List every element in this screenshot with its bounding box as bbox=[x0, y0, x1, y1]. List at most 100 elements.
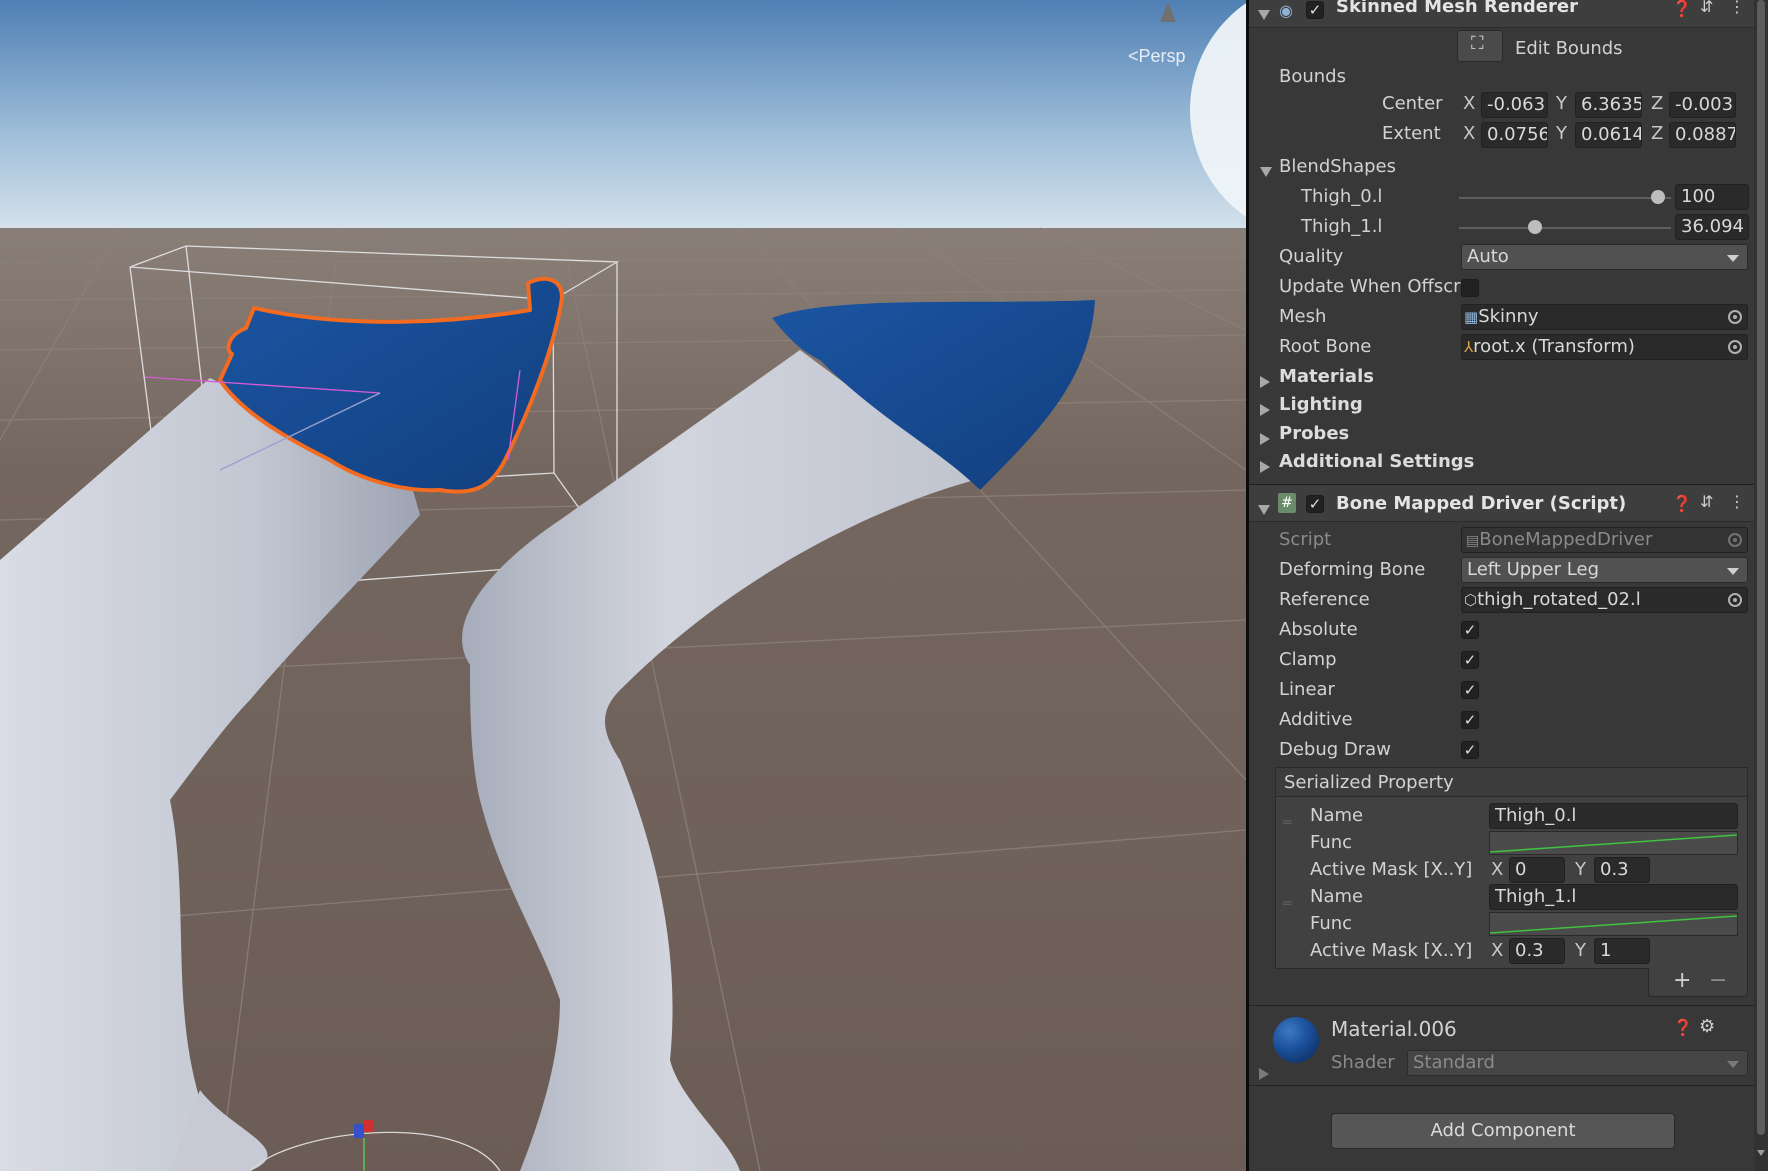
shader-dropdown[interactable]: Standard bbox=[1407, 1050, 1748, 1076]
material-foldout-icon[interactable] bbox=[1259, 1064, 1269, 1085]
blendshape-slider-track[interactable] bbox=[1459, 227, 1671, 229]
object-picker-icon[interactable] bbox=[1728, 593, 1742, 607]
mask-y-field[interactable]: 0.3 bbox=[1594, 857, 1650, 883]
preset-icon[interactable]: ⇵ bbox=[1700, 0, 1713, 16]
linear-checkbox[interactable]: ✓ bbox=[1461, 681, 1479, 699]
axis-y-label: Y bbox=[1575, 940, 1586, 961]
additive-checkbox[interactable]: ✓ bbox=[1461, 711, 1479, 729]
material-sphere-icon bbox=[1273, 1017, 1319, 1063]
inspector-scrollbar[interactable] bbox=[1754, 0, 1768, 1171]
script-value: BoneMappedDriver bbox=[1479, 529, 1653, 550]
preset-icon[interactable]: ⇵ bbox=[1700, 492, 1713, 511]
axis-x-label: X bbox=[1463, 123, 1476, 144]
foldout-arrow-icon[interactable] bbox=[1258, 4, 1270, 25]
help-icon[interactable]: ❓ bbox=[1672, 0, 1692, 18]
axis-x-label: X bbox=[1463, 93, 1476, 114]
edit-bounds-icon: ⛶ bbox=[1471, 33, 1484, 54]
mask-x-field[interactable]: 0.3 bbox=[1509, 938, 1565, 964]
object-picker-icon[interactable] bbox=[1728, 340, 1742, 354]
root-bone-value: root.x (Transform) bbox=[1473, 336, 1635, 357]
item-name-label: Name bbox=[1310, 886, 1364, 907]
help-icon[interactable]: ❓ bbox=[1673, 1018, 1693, 1037]
blendshape-name: Thigh_1.l bbox=[1301, 216, 1383, 237]
blendshape-value-field[interactable]: 100 bbox=[1675, 184, 1749, 210]
mesh-object-field[interactable]: ▦Skinny bbox=[1461, 304, 1748, 330]
shader-value: Standard bbox=[1413, 1052, 1495, 1073]
chevron-down-icon bbox=[1727, 255, 1739, 262]
bone-mapped-driver-header[interactable]: # ✓ Bone Mapped Driver (Script) ❓ ⇵ ⋮ bbox=[1249, 484, 1768, 522]
center-y-field[interactable]: 6.3635 bbox=[1575, 92, 1642, 118]
curve-preview bbox=[1489, 915, 1738, 934]
kebab-menu-icon[interactable]: ⋮ bbox=[1729, 492, 1745, 511]
help-icon[interactable]: ❓ bbox=[1672, 494, 1692, 513]
drag-handle-icon[interactable]: ═ bbox=[1283, 815, 1291, 831]
mask-x-field[interactable]: 0 bbox=[1509, 857, 1565, 883]
blendshapes-foldout-icon[interactable] bbox=[1260, 161, 1272, 182]
component-title: Bone Mapped Driver (Script) bbox=[1336, 493, 1627, 514]
additive-label: Additive bbox=[1279, 709, 1353, 730]
extent-y-field[interactable]: 0.0614 bbox=[1575, 122, 1642, 148]
drag-handle-icon[interactable]: ═ bbox=[1283, 896, 1291, 912]
blendshapes-label[interactable]: BlendShapes bbox=[1279, 156, 1396, 177]
axis-y-label: Y bbox=[1575, 859, 1586, 880]
foldout-arrow-icon[interactable] bbox=[1260, 400, 1270, 421]
scene-canvas[interactable]: <Persp bbox=[0, 0, 1246, 1171]
deforming-bone-dropdown[interactable]: Left Upper Leg bbox=[1461, 557, 1748, 583]
scroll-down-icon[interactable] bbox=[1757, 1150, 1765, 1156]
axis-x-label: X bbox=[1491, 859, 1504, 880]
material-name: Material.006 bbox=[1331, 1017, 1457, 1041]
func-curve-field[interactable] bbox=[1489, 831, 1738, 855]
center-z-field[interactable]: -0.003 bbox=[1669, 92, 1736, 118]
add-component-button[interactable]: Add Component bbox=[1331, 1113, 1675, 1149]
lighting-foldout[interactable]: Lighting bbox=[1279, 394, 1363, 415]
reference-label: Reference bbox=[1279, 589, 1370, 610]
scene-viewport[interactable]: <Persp bbox=[0, 0, 1246, 1171]
add-item-button[interactable]: + bbox=[1673, 968, 1691, 993]
blendshape-slider-thumb[interactable] bbox=[1528, 220, 1542, 234]
foldout-arrow-icon[interactable] bbox=[1260, 429, 1270, 450]
object-picker-icon[interactable] bbox=[1728, 310, 1742, 324]
kebab-menu-icon[interactable]: ⋮ bbox=[1729, 0, 1745, 16]
clamp-label: Clamp bbox=[1279, 649, 1337, 670]
item-name-field[interactable]: Thigh_1.l bbox=[1489, 884, 1738, 910]
reference-value: thigh_rotated_02.l bbox=[1477, 589, 1641, 610]
sky bbox=[0, 0, 1246, 240]
update-offscreen-checkbox[interactable] bbox=[1461, 279, 1479, 297]
component-enabled-checkbox[interactable]: ✓ bbox=[1306, 1, 1324, 19]
quality-dropdown[interactable]: Auto bbox=[1461, 244, 1748, 270]
blendshape-slider-track[interactable] bbox=[1459, 197, 1671, 199]
script-icon: # bbox=[1278, 493, 1296, 513]
additional-settings-foldout[interactable]: Additional Settings bbox=[1279, 451, 1474, 472]
extent-label: Extent bbox=[1382, 123, 1441, 144]
edit-bounds-button[interactable]: ⛶ bbox=[1457, 30, 1503, 62]
clamp-checkbox[interactable]: ✓ bbox=[1461, 651, 1479, 669]
extent-z-field[interactable]: 0.0887 bbox=[1669, 122, 1736, 148]
blendshape-value-field[interactable]: 36.094 bbox=[1675, 214, 1749, 240]
component-title: Skinned Mesh Renderer bbox=[1336, 0, 1578, 17]
root-bone-object-field[interactable]: ⅄root.x (Transform) bbox=[1461, 334, 1748, 360]
remove-item-button[interactable]: − bbox=[1709, 968, 1727, 993]
debug-draw-checkbox[interactable]: ✓ bbox=[1461, 741, 1479, 759]
script-file-icon: ▤ bbox=[1466, 533, 1480, 549]
blendshape-slider-thumb[interactable] bbox=[1651, 190, 1665, 204]
foldout-arrow-icon[interactable] bbox=[1258, 499, 1270, 520]
absolute-checkbox[interactable]: ✓ bbox=[1461, 621, 1479, 639]
quality-value: Auto bbox=[1467, 246, 1509, 267]
skinned-mesh-renderer-header[interactable]: ◉ ✓ Skinned Mesh Renderer ❓ ⇵ ⋮ bbox=[1249, 0, 1768, 28]
mask-y-field[interactable]: 1 bbox=[1594, 938, 1650, 964]
item-name-label: Name bbox=[1310, 805, 1364, 826]
foldout-arrow-icon[interactable] bbox=[1260, 457, 1270, 478]
func-curve-field[interactable] bbox=[1489, 912, 1738, 936]
scrollbar-thumb[interactable] bbox=[1757, 0, 1765, 1135]
probes-foldout[interactable]: Probes bbox=[1279, 423, 1349, 444]
axis-y-label: Y bbox=[1556, 123, 1567, 144]
eye-icon: ◉ bbox=[1279, 1, 1293, 20]
component-enabled-checkbox[interactable]: ✓ bbox=[1306, 495, 1324, 513]
materials-foldout[interactable]: Materials bbox=[1279, 366, 1374, 387]
extent-x-field[interactable]: 0.0756 bbox=[1481, 122, 1548, 148]
foldout-arrow-icon[interactable] bbox=[1260, 372, 1270, 393]
reference-object-field[interactable]: ⬡thigh_rotated_02.l bbox=[1461, 587, 1748, 613]
center-x-field[interactable]: -0.063 bbox=[1481, 92, 1548, 118]
item-name-field[interactable]: Thigh_0.l bbox=[1489, 803, 1738, 829]
gear-icon[interactable]: ⚙ bbox=[1699, 1016, 1715, 1037]
